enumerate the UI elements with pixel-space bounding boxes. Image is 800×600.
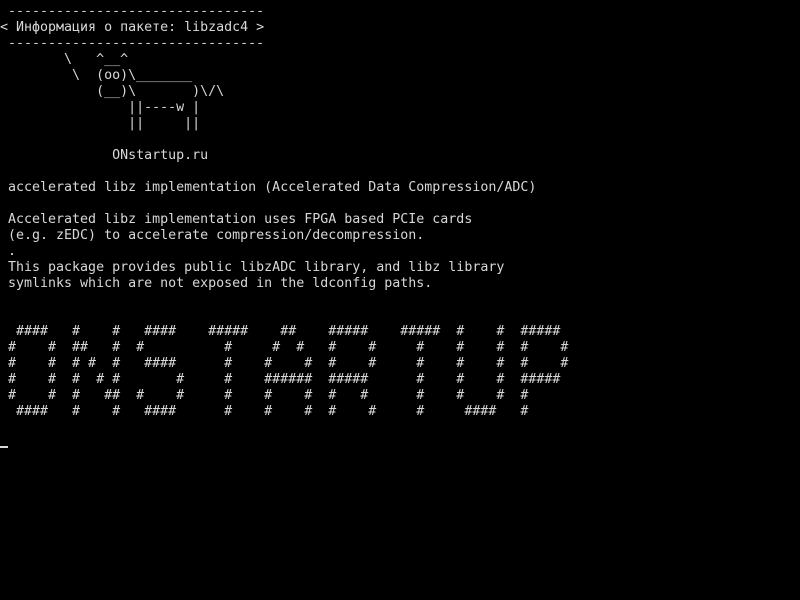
site-credit: ONstartup.ru	[0, 148, 209, 163]
cow-ascii-line: \ (oo)\_______	[0, 68, 193, 83]
banner-text-line: # # # ## # # # # # # # # # # #	[0, 388, 529, 403]
speech-bubble-text: < Информация о пакете: libzadc4 >	[0, 20, 265, 35]
package-description-line: This package provides public libzADC lib…	[0, 260, 505, 275]
terminal-output: -------------------------------- < Инфор…	[0, 4, 800, 420]
cow-ascii-line: (__)\ )\/\	[0, 84, 225, 99]
terminal-screen[interactable]: -------------------------------- < Инфор…	[0, 0, 800, 600]
cow-ascii-line: || ||	[0, 116, 201, 131]
package-description-line: Accelerated libz implementation uses FPG…	[0, 212, 473, 227]
banner-text-line: # # ## # # # # # # # # # # # #	[0, 340, 569, 355]
package-description-line: symlinks which are not exposed in the ld…	[0, 276, 433, 291]
terminal-cursor	[0, 446, 8, 448]
speech-bubble-top: --------------------------------	[0, 4, 265, 19]
banner-text-line: #### # # #### # # # # # # #### #	[0, 404, 529, 419]
package-summary: accelerated libz implementation (Acceler…	[0, 180, 537, 195]
banner-text-line: #### # # #### ##### ## ##### ##### # # #…	[0, 324, 561, 339]
speech-bubble-bottom: --------------------------------	[0, 36, 265, 51]
cow-ascii-line: \ ^__^	[0, 52, 129, 67]
package-description-line: .	[0, 244, 17, 259]
banner-text-line: # # # # # #### # # # # # # # # # #	[0, 356, 569, 371]
cow-ascii-line: ||----w |	[0, 100, 201, 115]
banner-text-line: # # # # # # # ###### ##### # # # #####	[0, 372, 561, 387]
package-description-line: (e.g. zEDC) to accelerate compression/de…	[0, 228, 425, 243]
